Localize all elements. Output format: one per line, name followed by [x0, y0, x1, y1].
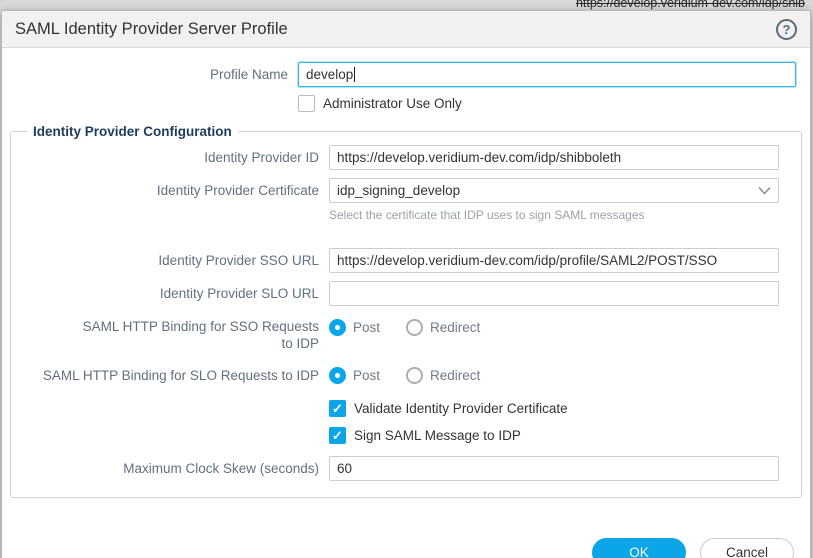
idp-configuration-legend: Identity Provider Configuration: [27, 124, 238, 139]
validate-cert-row: Validate Identity Provider Certificate: [33, 400, 779, 417]
sign-saml-checkbox[interactable]: [329, 427, 346, 444]
profile-name-value: develop: [306, 67, 353, 82]
slo-url-row: Identity Provider SLO URL: [33, 281, 779, 306]
text-cursor: [354, 67, 355, 82]
idp-configuration-group: Identity Provider Configuration Identity…: [10, 124, 802, 498]
admin-only-checkbox[interactable]: [298, 95, 315, 112]
radio-icon: [406, 319, 423, 336]
dialog-header: SAML Identity Provider Server Profile ?: [2, 11, 810, 48]
validate-cert-label: Validate Identity Provider Certificate: [354, 401, 568, 416]
background-url-text: https://develop.veridium-dev.com/idp/shi…: [576, 0, 805, 10]
sign-saml-label: Sign SAML Message to IDP: [354, 428, 521, 443]
idp-certificate-help-text: Select the certificate that IDP uses to …: [329, 208, 765, 222]
sso-binding-row: SAML HTTP Binding for SSO Requests to ID…: [33, 318, 779, 352]
ok-button[interactable]: OK: [592, 538, 686, 558]
validate-cert-checkbox[interactable]: [329, 400, 346, 417]
profile-name-row: Profile Name develop: [16, 62, 796, 87]
sso-url-value: https://develop.veridium-dev.com/idp/pro…: [337, 253, 717, 268]
sso-binding-option-post[interactable]: Post: [329, 319, 380, 336]
radio-icon: [329, 367, 346, 384]
cancel-button[interactable]: Cancel: [700, 538, 794, 558]
clock-skew-input[interactable]: 60: [329, 456, 779, 481]
radio-icon: [406, 367, 423, 384]
slo-url-label: Identity Provider SLO URL: [33, 285, 329, 302]
admin-only-row: Administrator Use Only: [16, 95, 796, 112]
screen: https://develop.veridium-dev.com/idp/shi…: [0, 0, 813, 558]
sso-binding-radio-group: Post Redirect: [329, 318, 779, 336]
sso-url-row: Identity Provider SSO URL https://develo…: [33, 248, 779, 273]
sign-saml-row: Sign SAML Message to IDP: [33, 427, 779, 444]
dialog-body: Profile Name develop Administrator Use O…: [2, 48, 810, 558]
clock-skew-value: 60: [337, 461, 352, 476]
slo-binding-label: SAML HTTP Binding for SLO Requests to ID…: [33, 367, 329, 384]
idp-certificate-row: Identity Provider Certificate idp_signin…: [33, 178, 779, 203]
slo-binding-option-redirect[interactable]: Redirect: [406, 367, 480, 384]
idp-certificate-value: idp_signing_develop: [337, 183, 460, 198]
idp-certificate-label: Identity Provider Certificate: [33, 182, 329, 199]
clock-skew-label: Maximum Clock Skew (seconds): [33, 460, 329, 477]
help-icon[interactable]: ?: [776, 19, 797, 40]
slo-binding-option-post[interactable]: Post: [329, 367, 380, 384]
chevron-down-icon: [758, 183, 771, 198]
slo-url-input[interactable]: [329, 281, 779, 306]
idp-id-input[interactable]: https://develop.veridium-dev.com/idp/shi…: [329, 145, 779, 170]
radio-icon: [329, 319, 346, 336]
slo-binding-radio-group: Post Redirect: [329, 366, 779, 384]
idp-certificate-dropdown[interactable]: idp_signing_develop: [329, 178, 779, 203]
profile-name-input[interactable]: develop: [298, 62, 796, 87]
slo-binding-row: SAML HTTP Binding for SLO Requests to ID…: [33, 366, 779, 384]
profile-name-label: Profile Name: [16, 66, 298, 83]
sso-binding-option-redirect[interactable]: Redirect: [406, 319, 480, 336]
idp-id-row: Identity Provider ID https://develop.ver…: [33, 145, 779, 170]
dialog-title: SAML Identity Provider Server Profile: [15, 20, 288, 39]
admin-only-label: Administrator Use Only: [323, 96, 462, 111]
sso-url-label: Identity Provider SSO URL: [33, 252, 329, 269]
saml-idp-profile-dialog: SAML Identity Provider Server Profile ? …: [1, 10, 811, 558]
sso-url-input[interactable]: https://develop.veridium-dev.com/idp/pro…: [329, 248, 779, 273]
clock-skew-row: Maximum Clock Skew (seconds) 60: [33, 456, 779, 481]
idp-id-label: Identity Provider ID: [33, 149, 329, 166]
dialog-footer: OK Cancel: [2, 512, 810, 558]
idp-id-value: https://develop.veridium-dev.com/idp/shi…: [337, 150, 621, 165]
sso-binding-label: SAML HTTP Binding for SSO Requests to ID…: [33, 318, 329, 352]
